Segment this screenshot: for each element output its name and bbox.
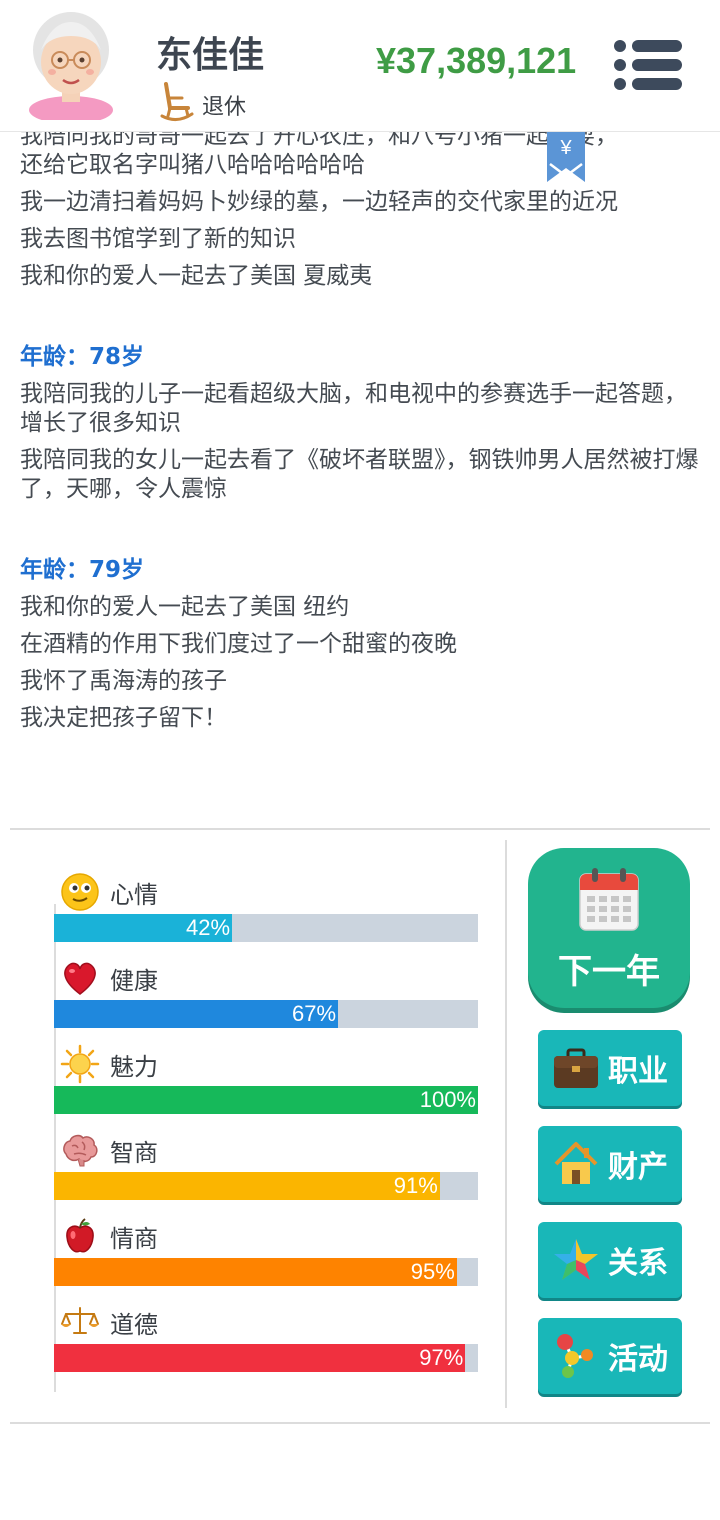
log-entry: 我一边清扫着妈妈卜妙绿的墓，一边轻声的交代家里的近况 (20, 189, 618, 215)
morality-bar: 97% (54, 1344, 478, 1372)
log-entry: 我和你的爱人一起去了美国 纽约 (20, 594, 350, 620)
bookmark-symbol: ¥ (559, 137, 572, 159)
mood-bar: 42% (54, 914, 478, 942)
charm-percent: 100% (419, 1087, 476, 1112)
log-entry: 我去图书馆学到了新的知识 (20, 226, 296, 252)
eq-bar: 95% (54, 1258, 478, 1286)
briefcase-icon (554, 1048, 598, 1088)
log-entry: 我怀了禹海涛的孩子 (20, 668, 227, 694)
iq-percent: 91% (393, 1173, 438, 1198)
status-label: 退休 (202, 95, 247, 120)
stat-label: 心情 (110, 880, 158, 909)
sun-icon (60, 1044, 100, 1084)
health-bar: 67% (54, 1000, 478, 1028)
activity-button[interactable]: 活动 (538, 1318, 682, 1394)
smiley-icon (61, 873, 99, 911)
morality-bar-fill: 97% (54, 1344, 466, 1372)
scales-icon (61, 1307, 99, 1334)
money-balance: ¥37,389,121 (376, 40, 577, 81)
house-icon (554, 1142, 598, 1184)
eq-percent: 95% (410, 1259, 455, 1284)
log-entry: 我陪同我的女儿一起去看了《破坏者联盟》，钢铁帅男人居然被打爆了，天哪，令人震惊 (20, 447, 699, 502)
charm-bar-fill: 100% (54, 1086, 478, 1114)
bookmark-icon[interactable]: ¥ (547, 124, 585, 184)
mood-bar-fill: 42% (54, 914, 233, 942)
divider (10, 828, 710, 830)
occupation-status: 退休 (160, 80, 246, 124)
log-entry: 还给它取名字叫猪八哈哈哈哈哈哈 (20, 152, 365, 178)
activity-label: 活动 (608, 1342, 668, 1377)
eq-bar-fill: 95% (54, 1258, 457, 1286)
stat-label: 智商 (110, 1138, 158, 1167)
apple-icon (66, 1218, 94, 1253)
life-log[interactable]: 我陪同我的哥哥一起去了开心农庄，和八号小猪一起玩耍， 还给它取名字叫猪八哈哈哈哈哈… (0, 112, 720, 828)
career-button[interactable]: 职业 (538, 1030, 682, 1106)
morality-percent: 97% (419, 1345, 464, 1370)
log-entry: 我和你的爱人一起去了美国 夏威夷 (20, 263, 373, 289)
stat-label: 健康 (110, 966, 158, 995)
divider (10, 1422, 710, 1424)
charm-bar: 100% (54, 1086, 478, 1114)
property-label: 财产 (608, 1150, 668, 1185)
property-button[interactable]: 财产 (538, 1126, 682, 1202)
age-heading: 年龄：79岁 (20, 557, 145, 583)
iq-bar: 91% (54, 1172, 478, 1200)
vertical-divider (505, 840, 507, 1408)
log-entry: 我陪同我的儿子一起看超级大脑，和电视中的参赛选手一起答题，增长了很多知识 (20, 381, 687, 436)
stat-axis-line (54, 904, 56, 1392)
next-year-button[interactable]: 下一年 (528, 848, 690, 1008)
iq-bar-fill: 91% (54, 1172, 440, 1200)
log-entry: 我决定把孩子留下！ (20, 705, 227, 731)
stat-label: 情商 (110, 1224, 158, 1253)
rocking-chair-icon (160, 82, 194, 121)
elderly-avatar (29, 12, 113, 120)
log-entry: 在酒精的作用下我们度过了一个甜蜜的夜晚 (20, 631, 457, 657)
star-icon (554, 1239, 598, 1280)
mood-percent: 42% (186, 915, 231, 940)
calendar-icon (579, 868, 639, 931)
log-entries: 我陪同我的哥哥一起去了开心农庄，和八号小猪一起玩耍， 还给它取名字叫猪八哈哈哈哈哈… (20, 122, 700, 741)
molecule-icon (557, 1334, 593, 1378)
health-percent: 67% (292, 1001, 337, 1026)
stat-label: 道德 (110, 1310, 158, 1339)
heart-icon (64, 962, 96, 995)
menu-icon[interactable] (612, 38, 684, 92)
next-year-label: 下一年 (558, 952, 660, 992)
top-bar: 东佳佳 退休 ¥37,389,121 (0, 0, 720, 132)
character-name: 东佳佳 (156, 35, 265, 76)
health-bar-fill: 67% (54, 1000, 339, 1028)
relations-button[interactable]: 关系 (538, 1222, 682, 1298)
career-label: 职业 (608, 1054, 668, 1089)
age-heading: 年龄：78岁 (20, 344, 145, 370)
brain-icon (63, 1134, 98, 1167)
stat-label: 魅力 (110, 1052, 158, 1081)
relations-label: 关系 (608, 1246, 668, 1281)
